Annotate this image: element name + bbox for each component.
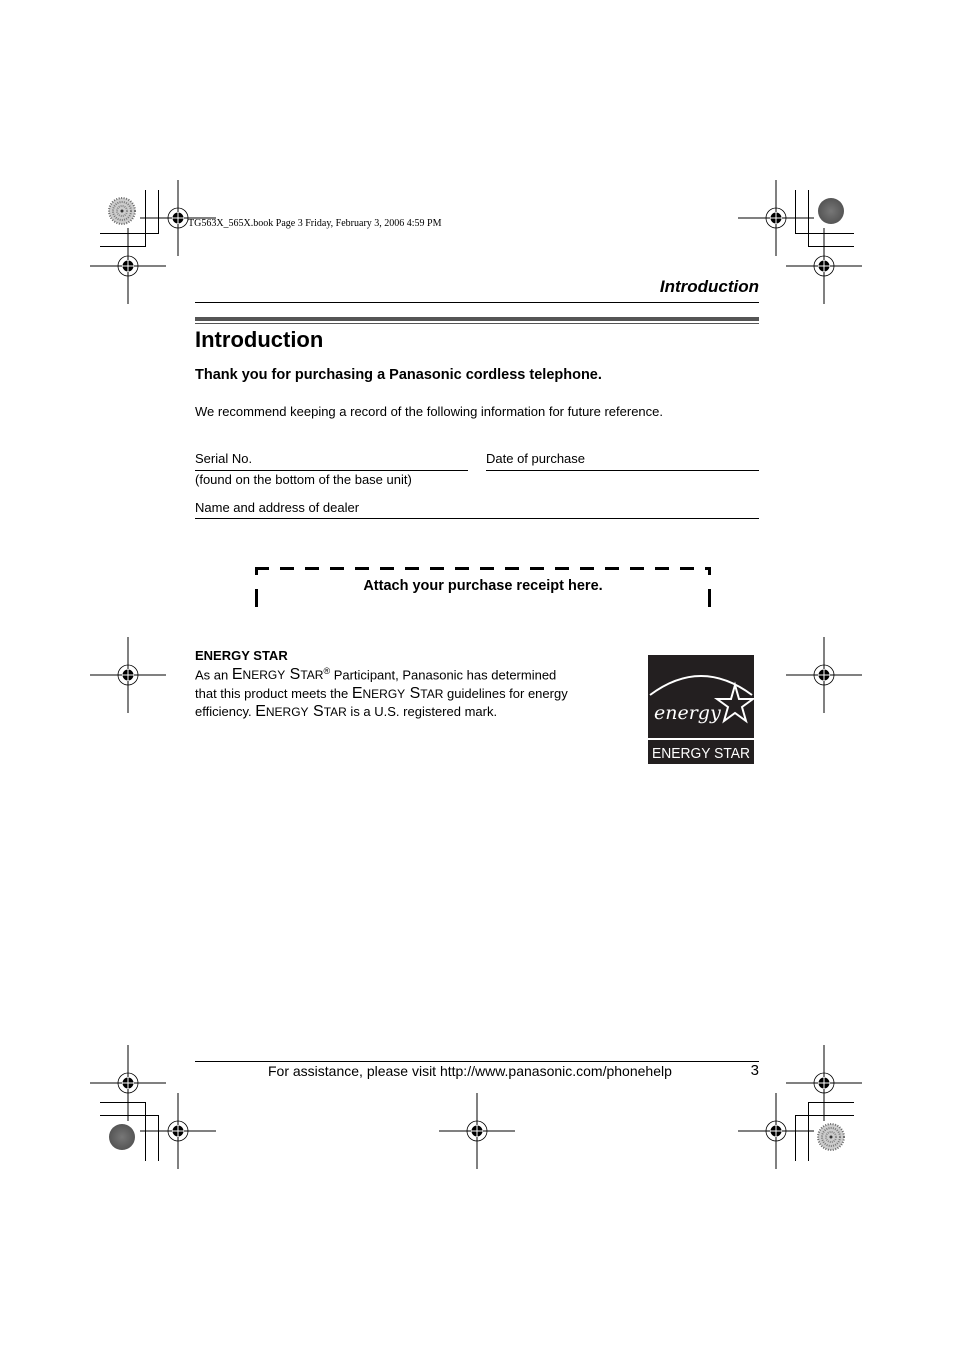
text: is a U.S. registered mark. xyxy=(346,704,498,720)
page-title: Introduction xyxy=(195,327,324,352)
registration-mark xyxy=(737,179,815,257)
text: that this product meets the xyxy=(195,685,352,701)
registration-mark xyxy=(89,636,167,714)
registration-mark xyxy=(785,636,863,714)
recommend-text: We recommend keeping a record of the fol… xyxy=(195,404,663,419)
registration-mark xyxy=(89,227,167,305)
date-label: Date of purchase xyxy=(486,451,586,466)
registration-mark xyxy=(89,1044,167,1122)
header-rule xyxy=(195,302,759,303)
text: S xyxy=(289,666,301,684)
energy-star-line-1: As an ENERGY STAR® Participant, Panasoni… xyxy=(195,663,635,685)
registration-mark xyxy=(785,227,863,305)
text: TAR xyxy=(420,686,444,701)
color-target xyxy=(108,197,136,225)
brand-energy-star: ENERGY STAR xyxy=(232,666,324,683)
logo-script-text: energy xyxy=(654,702,721,724)
energy-star-line-2: that this product meets the ENERGY STAR … xyxy=(195,685,635,704)
receipt-area: Attach your purchase receipt here. xyxy=(255,567,711,607)
registration-mark xyxy=(139,1092,217,1170)
brand-energy-star: ENERGY STAR xyxy=(255,703,347,720)
registration-mark xyxy=(438,1092,516,1170)
text: E xyxy=(231,666,243,684)
text: efficiency. xyxy=(195,704,256,720)
gray-target xyxy=(109,1124,135,1150)
text: As an xyxy=(195,667,232,683)
text: S xyxy=(409,684,421,702)
text: NERGY xyxy=(362,686,406,701)
dealer-label: Name and address of dealer xyxy=(195,500,360,515)
energy-star-heading: ENERGY STAR xyxy=(195,648,288,663)
energy-star-paragraph: As an ENERGY STAR® Participant, Panasoni… xyxy=(195,663,635,722)
serial-field-line[interactable] xyxy=(195,470,468,471)
text: guidelines for energy xyxy=(443,685,568,701)
text: E xyxy=(255,703,266,721)
date-field-line[interactable] xyxy=(486,470,759,471)
text: NERGY xyxy=(265,705,309,720)
color-target xyxy=(817,1123,845,1151)
footer-assist-text: For assistance, please visit http://www.… xyxy=(268,1063,672,1079)
page-number: 3 xyxy=(750,1062,759,1079)
running-head: Introduction xyxy=(659,277,759,296)
registration-mark xyxy=(737,1092,815,1170)
text: S xyxy=(313,703,324,721)
registration-mark xyxy=(785,1044,863,1122)
energy-star-logo: energy ENERGY STAR xyxy=(648,655,754,764)
text: E xyxy=(351,684,363,702)
lead-text: Thank you for purchasing a Panasonic cor… xyxy=(195,367,602,383)
print-slug: TG563X_565X.book Page 3 Friday, February… xyxy=(188,218,442,229)
text: TAR xyxy=(300,668,324,683)
energy-star-line-3: efficiency. ENERGY STAR is a U.S. regist… xyxy=(195,703,635,722)
title-rule-thick xyxy=(195,317,759,321)
logo-label: ENERGY STAR xyxy=(652,745,750,762)
receipt-label: Attach your purchase receipt here. xyxy=(363,578,603,594)
title-rule-thin xyxy=(195,323,759,324)
serial-label: Serial No. xyxy=(195,451,253,466)
text: NERGY xyxy=(242,668,286,683)
serial-note: (found on the bottom of the base unit) xyxy=(195,472,412,487)
brand-energy-star: ENERGY STAR xyxy=(352,685,444,702)
footer-rule xyxy=(195,1061,759,1062)
text: Participant, Panasonic has determined xyxy=(330,667,557,683)
gray-target xyxy=(818,198,844,224)
dealer-field-line[interactable] xyxy=(195,518,759,519)
text: TAR xyxy=(323,705,347,720)
